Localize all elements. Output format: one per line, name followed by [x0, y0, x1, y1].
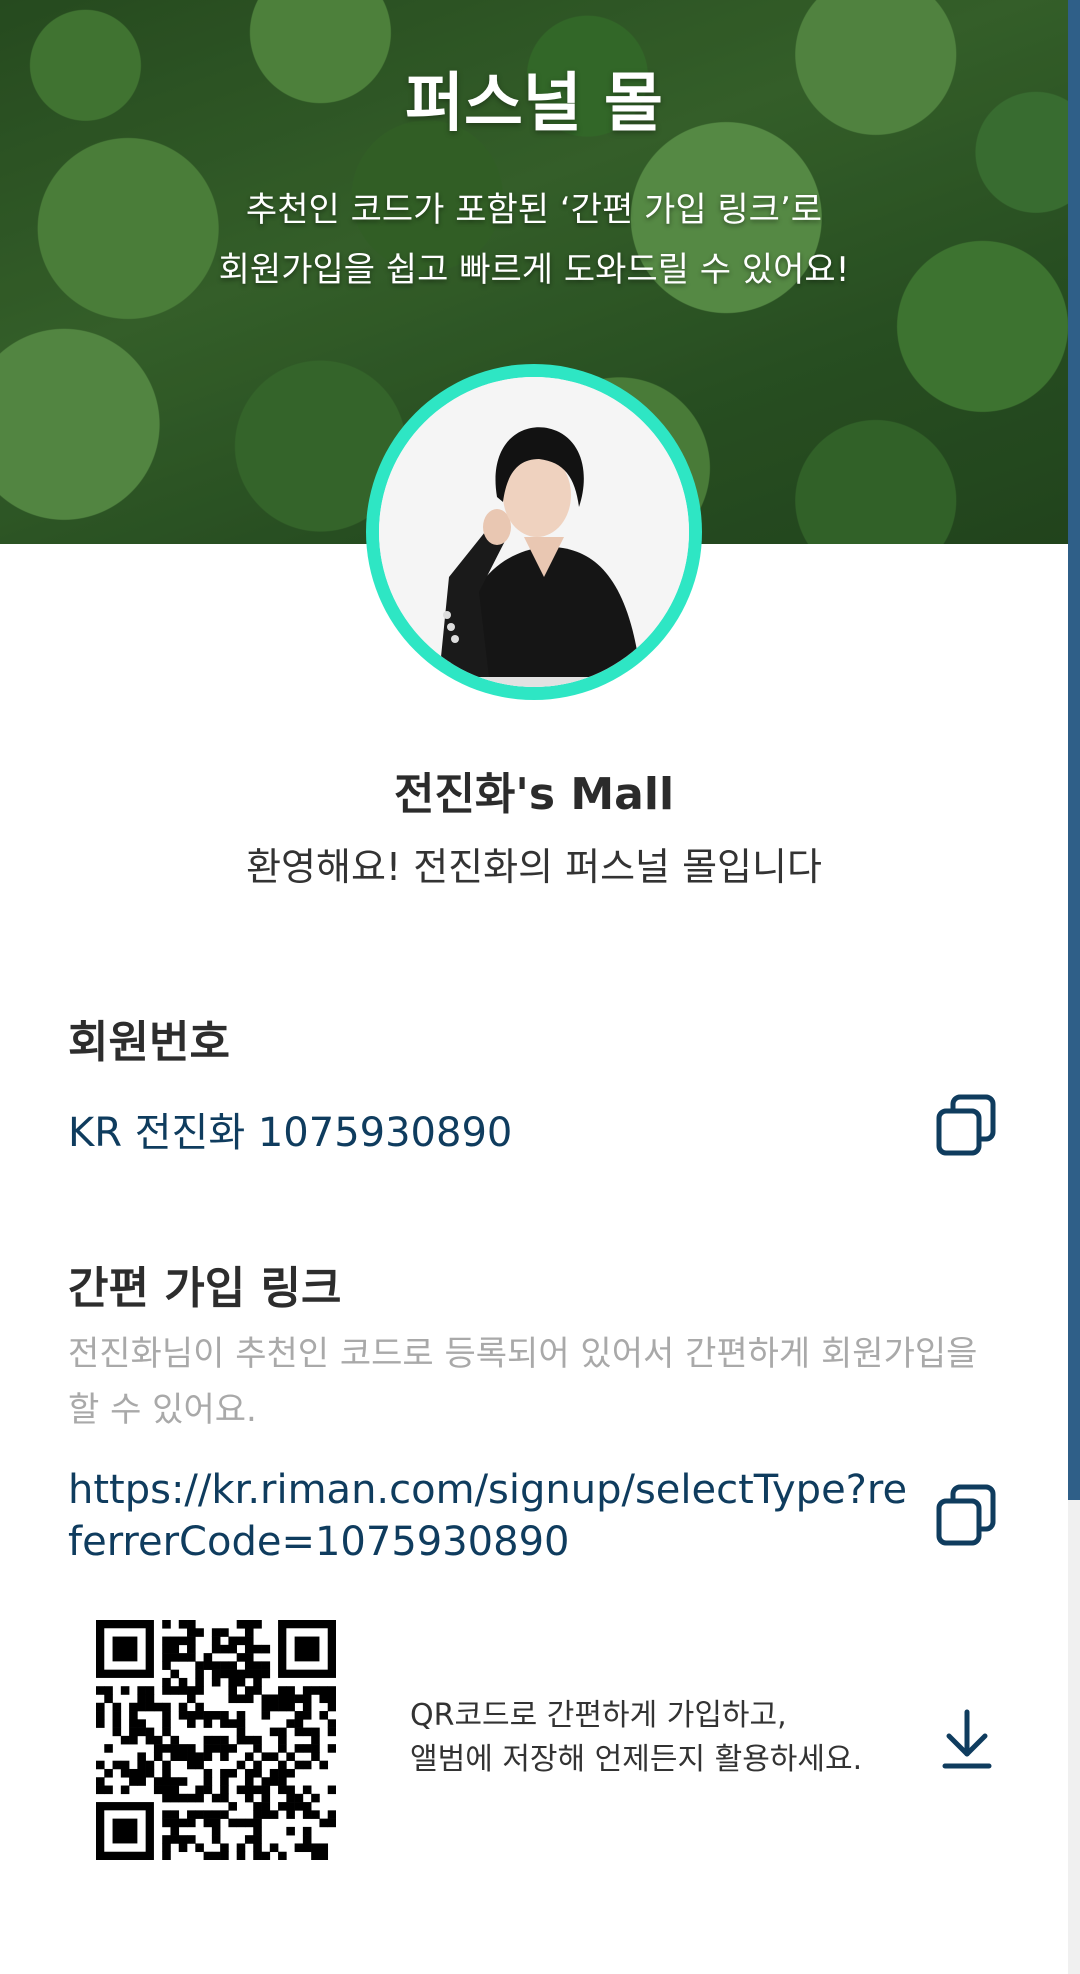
- copy-icon: [936, 1094, 996, 1156]
- download-qr-button[interactable]: [930, 1700, 1004, 1780]
- qr-note-line1: QR코드로 간편하게 가입하고,: [410, 1698, 787, 1733]
- qr-code-image: [96, 1620, 337, 1861]
- qr-note: QR코드로 간편하게 가입하고, 앨범에 저장해 언제든지 활용하세요.: [410, 1694, 862, 1782]
- scrollbar[interactable]: [1068, 0, 1080, 1974]
- welcome-message: 환영해요! 전진화의 퍼스널 몰입니다: [246, 845, 822, 889]
- hero-subtitle-line1: 추천인 코드가 포함된 ‘간편 가입 링크’로: [245, 190, 823, 230]
- avatar: [379, 377, 689, 687]
- qr-note-line2: 앨범에 저장해 언제든지 활용하세요.: [410, 1742, 863, 1777]
- hero-subtitle-line2: 회원가입을 쉽고 빠르게 도와드릴 수 있어요!: [218, 250, 850, 290]
- signup-link-url[interactable]: https://kr.riman.com/signup/selectType?r…: [68, 1464, 918, 1568]
- download-icon: [942, 1709, 992, 1769]
- page-title: 퍼스널 몰: [405, 67, 663, 141]
- copy-icon: [936, 1484, 996, 1546]
- member-number-title: 회원번호: [68, 1017, 230, 1068]
- signup-link-title: 간편 가입 링크: [68, 1263, 342, 1314]
- copy-member-number-button[interactable]: [930, 1088, 1004, 1162]
- member-number-value: KR 전진화 1075930890: [68, 1110, 513, 1156]
- signup-link-description: 전진화님이 추천인 코드로 등록되어 있어서 간편하게 회원가입을 할 수 있어…: [68, 1334, 978, 1430]
- mall-name: 전진화's Mall: [393, 769, 675, 820]
- scrollbar-thumb[interactable]: [1068, 0, 1080, 1500]
- copy-signup-link-button[interactable]: [930, 1478, 1004, 1552]
- qr-code: [96, 1620, 337, 1861]
- avatar-ring: [366, 364, 702, 700]
